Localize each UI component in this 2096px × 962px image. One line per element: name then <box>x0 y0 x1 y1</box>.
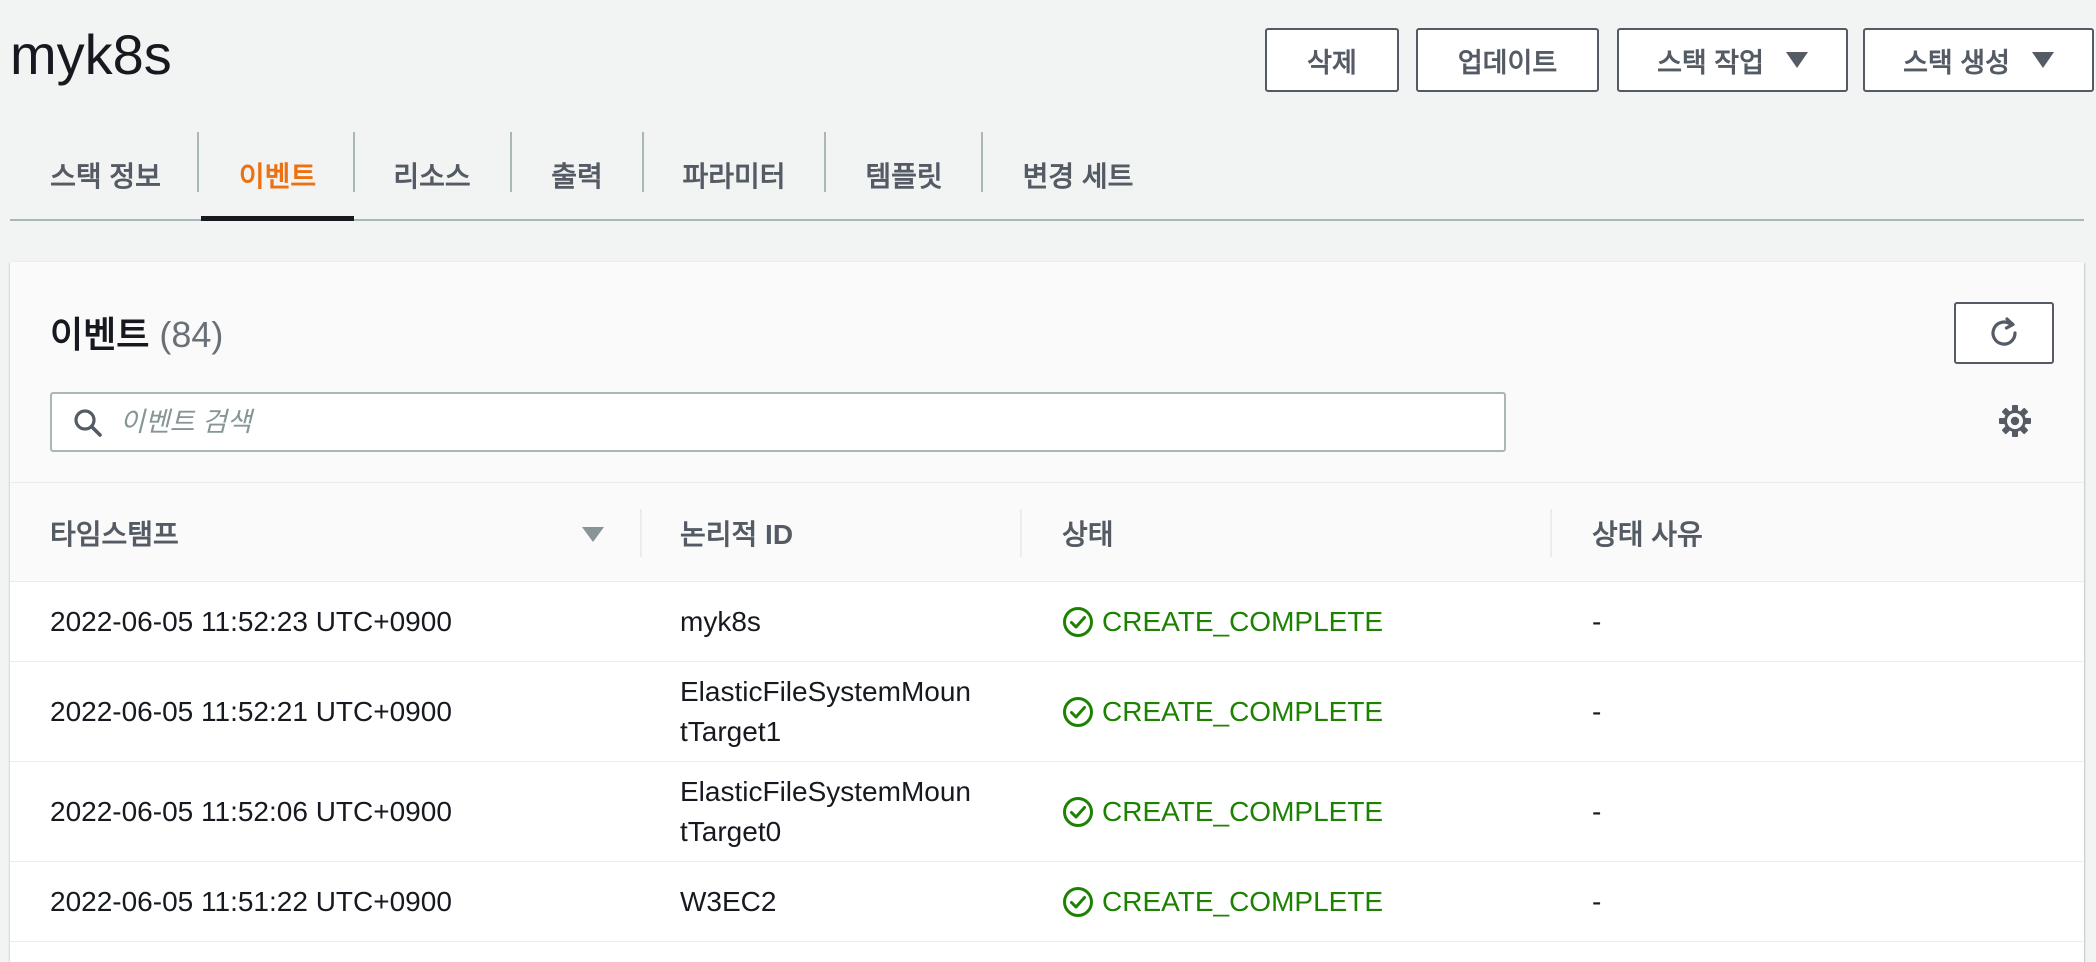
page-title: myk8s <box>10 23 172 86</box>
refresh-icon <box>1991 317 2017 346</box>
status-reason-cell: - <box>1592 605 1602 637</box>
status-success-icon <box>1063 796 1093 827</box>
tab-label: 리소스 <box>393 160 471 192</box>
logical-id-line: tTarget1 <box>680 715 782 747</box>
column-label: 타임스탬프 <box>50 519 179 550</box>
status-text: CREATE_COMPLETE <box>1102 885 1384 917</box>
logical-id-line: tTarget0 <box>680 815 782 847</box>
tab-label: 이벤트 <box>238 160 317 192</box>
column-timestamp[interactable]: 타임스탬프 <box>50 483 179 583</box>
logical-id-cell: W3EC2 <box>680 885 777 917</box>
column-status[interactable]: 상태 <box>1062 483 1114 583</box>
status-success-icon <box>1063 886 1093 917</box>
tab-label: 스택 정보 <box>50 160 161 192</box>
status-cell: CREATE_COMPLETE <box>1062 582 1383 661</box>
events-heading: 이벤트 (84) <box>50 306 223 358</box>
events-panel: 이벤트 (84) 이벤트 검색 타임스탬프 논리적 ID 상태 상태 사유 20… <box>10 262 2084 962</box>
logical-id-line: ElasticFileSystemMoun <box>680 675 971 707</box>
tab-stack-info[interactable]: 스택 정보 <box>10 130 201 219</box>
stack-actions-label: 스택 작업 <box>1657 47 1764 78</box>
tab-bar: 스택 정보 이벤트 리소스 출력 파라미터 템플릿 변경 세트 <box>10 130 2084 221</box>
column-divider[interactable] <box>1550 509 1552 557</box>
logical-id-cell: ElasticFileSystemMoun tTarget0 <box>680 762 971 861</box>
events-count: (84) <box>159 314 224 355</box>
column-label: 상태 <box>1062 519 1114 550</box>
logical-id-line: ElasticFileSystemMoun <box>680 775 971 807</box>
column-divider[interactable] <box>640 509 642 557</box>
timestamp-cell: 2022-06-05 11:52:06 UTC+0900 <box>50 795 452 827</box>
page-header: myk8s 삭제 업데이트 스택 작업 스택 생성 <box>0 0 2096 120</box>
status-cell: CREATE_COMPLETE <box>1062 862 1383 941</box>
status-reason-cell: - <box>1592 795 1602 827</box>
status-text: CREATE_COMPLETE <box>1102 795 1384 827</box>
tab-resources[interactable]: 리소스 <box>354 130 510 219</box>
caret-down-icon <box>2031 52 2054 68</box>
stack-actions-button[interactable]: 스택 작업 <box>1617 28 1848 92</box>
search-box <box>50 392 1506 452</box>
tab-change-sets[interactable]: 변경 세트 <box>983 130 1173 219</box>
column-status-reason[interactable]: 상태 사유 <box>1592 483 1703 583</box>
logical-id-cell: myk8s <box>680 605 761 637</box>
status-reason-cell: - <box>1592 885 1602 917</box>
status-cell: CREATE_COMPLETE <box>1062 762 1383 861</box>
tab-parameters[interactable]: 파라미터 <box>644 130 824 219</box>
update-button[interactable]: 업데이트 <box>1416 28 1599 92</box>
column-logical-id[interactable]: 논리적 ID <box>680 483 793 583</box>
events-table-header: 타임스탬프 논리적 ID 상태 상태 사유 <box>10 482 2084 582</box>
tab-label: 변경 세트 <box>1022 160 1134 192</box>
table-row[interactable]: 2022-06-05 11:51:22 UTC+0900 W3EC2 CREAT… <box>10 862 2084 942</box>
refresh-button[interactable] <box>1954 302 2054 364</box>
column-divider[interactable] <box>1020 509 1022 557</box>
gear-icon[interactable] <box>1998 404 2032 443</box>
status-reason-cell: - <box>1592 695 1602 727</box>
tab-template[interactable]: 템플릿 <box>826 130 982 219</box>
delete-button[interactable]: 삭제 <box>1265 28 1399 92</box>
column-label: 논리적 ID <box>680 519 794 550</box>
table-row[interactable]: 2022-06-05 11:52:21 UTC+0900 ElasticFile… <box>10 662 2084 762</box>
table-row[interactable]: 2022-06-05 11:52:23 UTC+0900 myk8s CREAT… <box>10 582 2084 662</box>
create-stack-button[interactable]: 스택 생성 <box>1863 28 2094 92</box>
tab-divider <box>197 132 199 192</box>
sort-caret-icon[interactable] <box>582 527 604 542</box>
timestamp-cell: 2022-06-05 11:51:22 UTC+0900 <box>50 885 452 917</box>
status-cell: CREATE_COMPLETE <box>1062 662 1383 761</box>
status-success-icon <box>1063 696 1093 727</box>
tab-label: 파라미터 <box>682 160 786 192</box>
search-input[interactable] <box>120 402 1490 442</box>
status-text: CREATE_COMPLETE <box>1102 695 1384 727</box>
timestamp-cell: 2022-06-05 11:52:23 UTC+0900 <box>50 605 452 637</box>
tab-outputs[interactable]: 출력 <box>512 130 642 219</box>
column-label: 상태 사유 <box>1592 519 1703 550</box>
timestamp-cell: 2022-06-05 11:52:21 UTC+0900 <box>50 695 452 727</box>
logical-id-cell: ElasticFileSystemMoun tTarget1 <box>680 662 971 761</box>
update-button-label: 업데이트 <box>1457 47 1558 78</box>
search-icon <box>74 409 102 437</box>
tab-events[interactable]: 이벤트 <box>201 130 354 221</box>
events-title: 이벤트 <box>50 314 150 355</box>
tab-label: 출력 <box>551 160 603 192</box>
table-row[interactable]: 2022-06-05 11:52:06 UTC+0900 ElasticFile… <box>10 762 2084 862</box>
create-stack-label: 스택 생성 <box>1903 47 2010 78</box>
panel-header: 이벤트 (84) <box>10 262 2084 482</box>
caret-down-icon <box>1785 52 1808 68</box>
status-success-icon <box>1063 606 1093 637</box>
tab-label: 템플릿 <box>865 160 943 192</box>
delete-button-label: 삭제 <box>1307 47 1357 78</box>
status-text: CREATE_COMPLETE <box>1102 605 1384 637</box>
